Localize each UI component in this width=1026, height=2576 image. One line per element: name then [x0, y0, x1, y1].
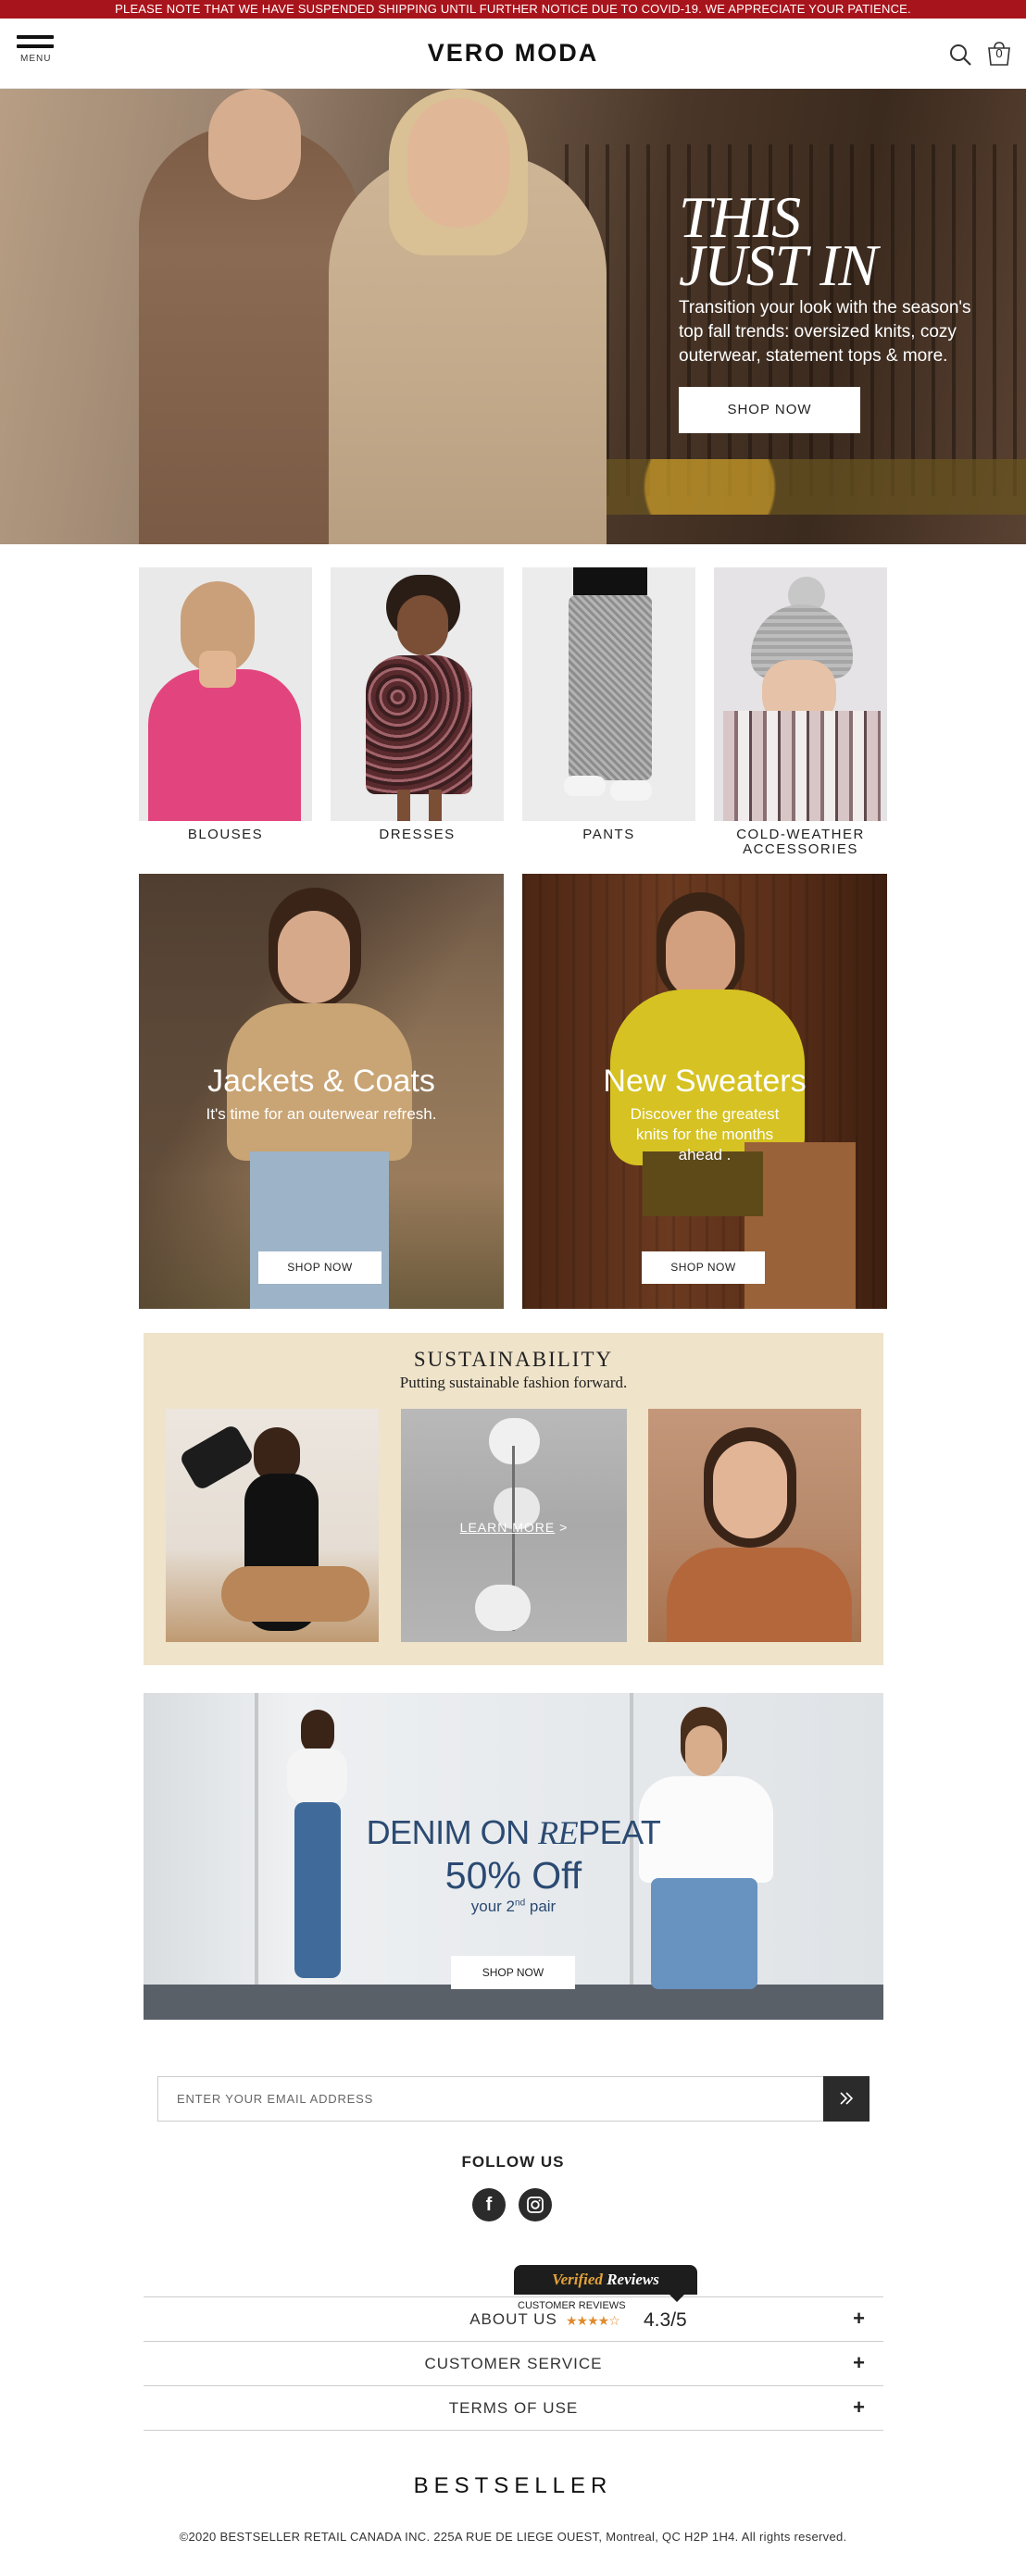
cart-count: 0: [995, 46, 1003, 60]
promo-title: Jackets & Coats: [207, 1064, 435, 1099]
hero-flowers-image: [574, 459, 1026, 515]
hero-shop-now-button[interactable]: SHOP NOW: [679, 387, 860, 433]
promo-shop-now-button[interactable]: SHOP NOW: [642, 1251, 765, 1284]
category-blouses-image: [139, 567, 312, 821]
denim-pair-part-2: pair: [525, 1898, 557, 1915]
category-cold-weather-accessories[interactable]: COLD-WEATHER ACCESSORIES: [714, 567, 887, 857]
facebook-icon[interactable]: f: [472, 2188, 506, 2221]
promo-subtitle: It's time for an outerwear refresh.: [206, 1105, 437, 1123]
plus-icon: +: [853, 2307, 865, 2330]
sustainability-photo-1[interactable]: [166, 1409, 379, 1642]
instagram-glyph: [527, 2196, 544, 2213]
newsletter-form: [157, 2076, 870, 2122]
follow-us-label: FOLLOW US: [461, 2153, 565, 2171]
promo-title: New Sweaters: [603, 1064, 807, 1099]
accordion-label: TERMS OF USE: [448, 2399, 579, 2417]
bestseller-logo[interactable]: BESTSELLER: [0, 2473, 1026, 2499]
denim-pair-sup: nd: [515, 1898, 526, 1909]
copyright-text: ©2020 BESTSELLER RETAIL CANADA INC. 225A…: [179, 2530, 847, 2544]
sustainability-section: SUSTAINABILITY Putting sustainable fashi…: [144, 1333, 883, 1665]
review-rating: 4.3/5: [644, 2309, 687, 2331]
instagram-icon[interactable]: [519, 2188, 552, 2221]
badge-pointer: [669, 2295, 684, 2302]
hero-description: Transition your look with the season's t…: [679, 298, 971, 366]
denim-title: DENIM ON REPEAT: [144, 1813, 883, 1852]
sustainability-photo-2[interactable]: LEARN MORE >: [401, 1409, 627, 1642]
hero-banner[interactable]: THIS JUST IN Transition your look with t…: [0, 89, 1026, 544]
promo-jackets-face: [278, 911, 350, 1003]
promo-jackets-coats[interactable]: Jackets & Coats It's time for an outerwe…: [139, 874, 504, 1309]
customer-reviews-caption: CUSTOMER REVIEWS: [518, 2300, 626, 2311]
promo-jackets-jeans: [250, 1151, 389, 1309]
chevron-right-icon: >: [559, 1520, 569, 1535]
category-pants[interactable]: PANTS: [522, 567, 695, 842]
promo-shop-now-button[interactable]: SHOP NOW: [258, 1251, 382, 1284]
sustainability-subtitle: Putting sustainable fashion forward.: [399, 1374, 628, 1391]
category-accessories-image: [714, 567, 887, 821]
denim-on-repeat-banner[interactable]: DENIM ON REPEAT 50% Off your 2nd pair SH…: [144, 1693, 883, 2020]
double-chevron-right-icon: [840, 2092, 854, 2105]
category-label: PANTS: [582, 827, 635, 842]
denim-offer-detail: your 2nd pair: [144, 1898, 883, 1916]
category-dresses[interactable]: DRESSES: [331, 567, 504, 842]
category-label: DRESSES: [379, 827, 456, 842]
denim-pair-part-1: your 2: [470, 1898, 516, 1915]
shipping-notice-bar: PLEASE NOTE THAT WE HAVE SUSPENDED SHIPP…: [0, 0, 1026, 19]
site-header: MENU VERO MODA 0: [0, 19, 1026, 89]
sustainability-photo-3[interactable]: [648, 1409, 861, 1642]
star-rating-icon: ★★★★☆: [566, 2313, 620, 2328]
verified-reviews-logo-part-1: Verified: [552, 2271, 603, 2288]
denim-title-part-2: RE: [538, 1814, 579, 1851]
page: PLEASE NOTE THAT WE HAVE SUSPENDED SHIPP…: [0, 0, 1026, 2576]
category-label: BLOUSES: [187, 827, 264, 842]
search-icon[interactable]: [948, 43, 972, 67]
verified-reviews-logo: Verified Reviews: [514, 2265, 697, 2295]
promo-new-sweaters[interactable]: New Sweaters Discover the greatest knits…: [522, 874, 887, 1309]
plus-icon: +: [853, 2351, 865, 2374]
hero-title-line-2: JUST IN: [679, 232, 878, 298]
hero-title: THIS JUST IN: [679, 188, 878, 298]
category-label: COLD-WEATHER ACCESSORIES: [736, 827, 865, 857]
verified-reviews-logo-part-2: Reviews: [602, 2271, 659, 2288]
denim-title-part-1: DENIM ON: [366, 1813, 539, 1851]
plus-icon: +: [853, 2396, 865, 2419]
promo-subtitle: Discover the greatest knits for the mont…: [630, 1105, 780, 1164]
cart-button[interactable]: 0: [985, 41, 1013, 67]
accordion-label: CUSTOMER SERVICE: [424, 2355, 603, 2372]
denim-title-part-3: PEAT: [578, 1813, 661, 1851]
category-dresses-image: [331, 567, 504, 821]
verified-reviews-badge[interactable]: Verified Reviews CUSTOMER REVIEWS ★★★★☆ …: [514, 2265, 697, 2331]
sustainability-title: SUSTAINABILITY: [413, 1348, 614, 1371]
site-logo[interactable]: VERO MODA: [0, 39, 1026, 68]
category-pants-image: [522, 567, 695, 821]
accordion-customer-service[interactable]: CUSTOMER SERVICE +: [144, 2342, 883, 2386]
email-input[interactable]: [158, 2077, 823, 2121]
newsletter-submit-button[interactable]: [823, 2076, 870, 2122]
category-blouses[interactable]: BLOUSES: [139, 567, 312, 842]
denim-offer: 50% Off: [444, 1854, 582, 1897]
hero-model-2-face: [407, 98, 509, 228]
learn-more-link[interactable]: LEARN MORE >: [401, 1520, 627, 1535]
denim-shop-now-button[interactable]: SHOP NOW: [451, 1956, 575, 1989]
promo-sweaters-face: [666, 911, 735, 999]
accordion-terms-of-use[interactable]: TERMS OF USE +: [144, 2386, 883, 2431]
hero-model-1-face: [208, 89, 301, 200]
learn-more-label: LEARN MORE: [459, 1520, 556, 1535]
denim-floor: [144, 1985, 883, 2020]
